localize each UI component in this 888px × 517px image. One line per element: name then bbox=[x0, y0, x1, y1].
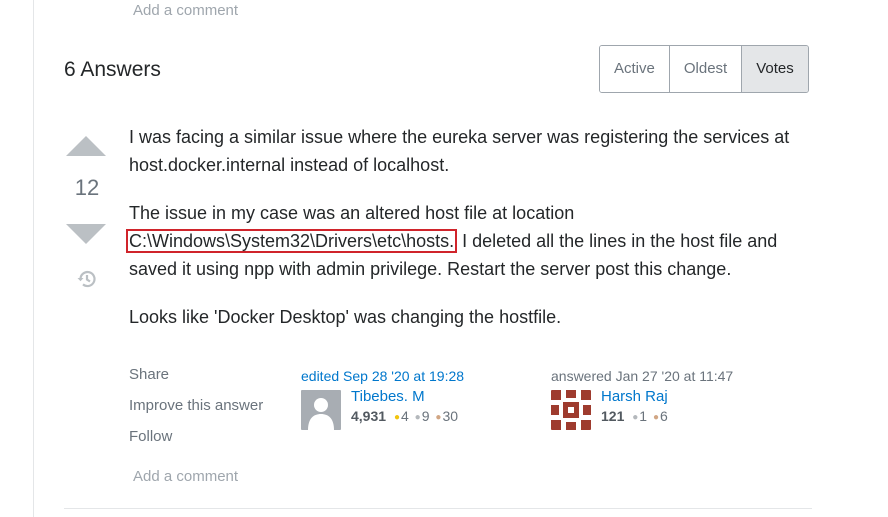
add-comment-link-question[interactable]: Add a comment bbox=[133, 2, 238, 19]
owner-silver-badges: ●1 bbox=[632, 408, 647, 424]
editor-silver-count: 9 bbox=[421, 408, 430, 424]
editor-silver-badges: ●9 bbox=[415, 408, 430, 424]
follow-link[interactable]: Follow bbox=[129, 426, 269, 447]
left-border bbox=[33, 0, 34, 517]
answer-paragraph-2: The issue in my case was an altered host… bbox=[126, 199, 809, 283]
editor-user-card: Tibebes. M 4,931 ●4 ●9 ●30 bbox=[301, 388, 464, 430]
owner-user-name[interactable]: Harsh Raj bbox=[601, 388, 670, 405]
answer-divider bbox=[64, 508, 812, 509]
gold-badge-icon: ● bbox=[393, 411, 400, 423]
owner-signature: answered Jan 27 '20 at 11:47 Harsh Raj 1… bbox=[551, 368, 733, 430]
owner-bronze-badges: ●6 bbox=[653, 408, 668, 424]
sort-tab-votes[interactable]: Votes bbox=[741, 46, 808, 92]
bronze-badge-icon: ● bbox=[652, 411, 660, 423]
upvote-arrow-icon[interactable] bbox=[66, 136, 106, 156]
editor-user-name[interactable]: Tibebes. M bbox=[351, 388, 460, 405]
editor-user-stats: 4,931 ●4 ●9 ●30 bbox=[351, 408, 460, 424]
editor-gold-count: 4 bbox=[400, 408, 409, 424]
owner-user-stats: 121 ●1 ●6 bbox=[601, 408, 670, 424]
add-comment-link-answer[interactable]: Add a comment bbox=[133, 468, 238, 485]
vote-count: 12 bbox=[74, 175, 100, 200]
default-user-icon[interactable] bbox=[301, 390, 341, 430]
answer-paragraph-1: I was facing a similar issue where the e… bbox=[129, 127, 790, 175]
history-icon[interactable] bbox=[75, 267, 99, 291]
answers-count-heading: 6 Answers bbox=[64, 58, 161, 81]
owner-bronze-count: 6 bbox=[660, 408, 668, 424]
editor-signature: edited Sep 28 '20 at 19:28 Tibebes. M 4,… bbox=[301, 368, 464, 430]
answer-body: I was facing a similar issue where the e… bbox=[126, 123, 809, 351]
editor-bronze-count: 30 bbox=[442, 408, 459, 424]
edited-timestamp-link[interactable]: edited Sep 28 '20 at 19:28 bbox=[301, 368, 464, 384]
bronze-badge-icon: ● bbox=[435, 411, 442, 423]
improve-answer-link[interactable]: Improve this answer bbox=[129, 395, 269, 416]
owner-user-card: Harsh Raj 121 ●1 ●6 bbox=[551, 388, 733, 430]
answer-sort-tabs: Active Oldest Votes bbox=[599, 45, 809, 93]
sort-tab-oldest[interactable]: Oldest bbox=[668, 46, 742, 92]
silver-badge-icon: ● bbox=[414, 411, 421, 423]
editor-gold-badges: ●4 bbox=[394, 408, 409, 424]
post-menu: Share Improve this answer Follow bbox=[129, 364, 269, 457]
downvote-arrow-icon[interactable] bbox=[66, 224, 106, 244]
sort-tab-active[interactable]: Active bbox=[600, 46, 669, 92]
editor-reputation: 4,931 bbox=[351, 408, 387, 424]
identicon-avatar[interactable] bbox=[551, 390, 591, 430]
editor-bronze-badges: ●30 bbox=[435, 408, 458, 424]
answered-timestamp: answered Jan 27 '20 at 11:47 bbox=[551, 368, 734, 384]
answer-paragraph-3: Looks like 'Docker Desktop' was changing… bbox=[129, 307, 562, 327]
highlighted-hosts-path: C:\Windows\System32\Drivers\etc\hosts. bbox=[126, 229, 458, 253]
owner-reputation: 121 bbox=[601, 408, 625, 424]
silver-badge-icon: ● bbox=[632, 411, 639, 423]
answer-paragraph-2-lead: The issue in my case was an altered host… bbox=[129, 203, 575, 223]
share-link[interactable]: Share bbox=[129, 364, 269, 385]
owner-silver-count: 1 bbox=[639, 408, 648, 424]
